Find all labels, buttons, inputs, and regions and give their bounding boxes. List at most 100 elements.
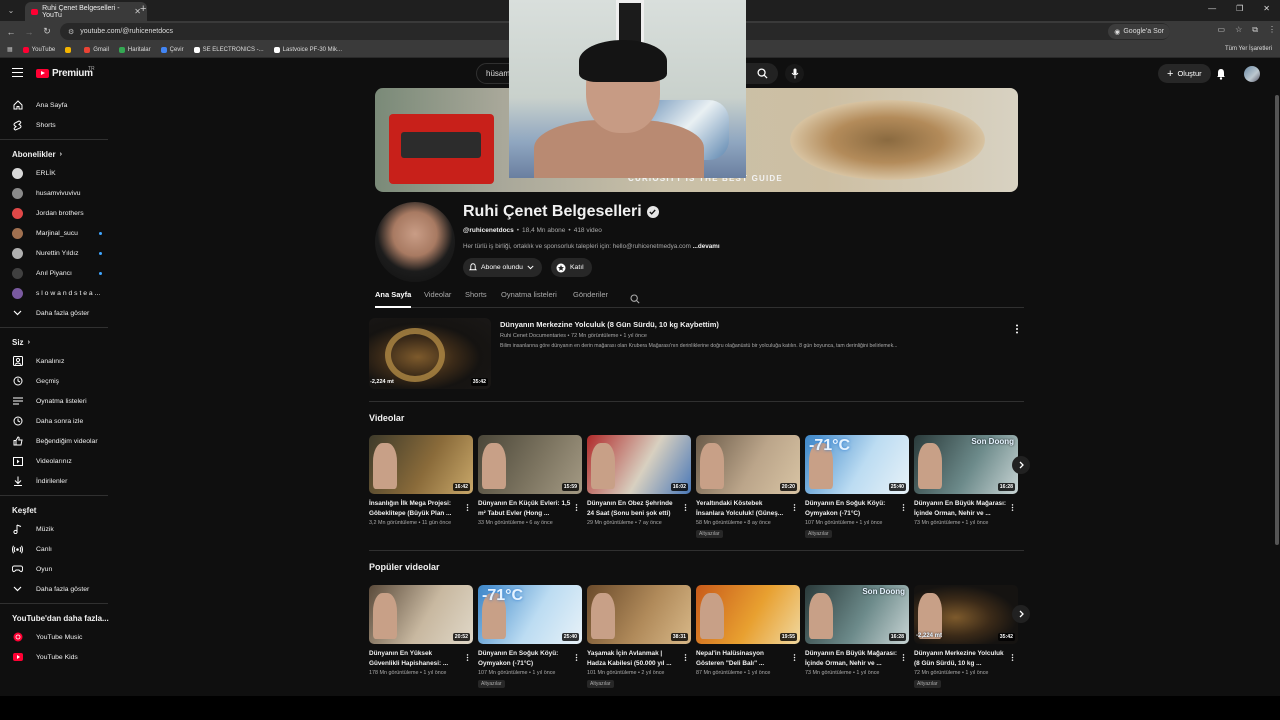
video-thumbnail[interactable]: Son Doong 16:28 [914,435,1018,494]
all-bookmarks-button[interactable]: Tüm Yer İşaretleri [1225,46,1272,52]
videos-shelf-title[interactable]: Videolar [369,413,404,423]
video-card[interactable]: -71°C 25:40 Dünyanın En Soğuk Köyü: Oymyak… [478,585,582,688]
sidebar-item-home[interactable]: Ana Sayfa [0,95,116,115]
close-window-icon[interactable]: ✕ [1263,4,1270,13]
video-title[interactable]: İnsanlığın İlk Mega Projesi: Göbeklitepe… [369,499,463,518]
browser-tab[interactable]: Ruhi Çenet Belgeselleri - YouTu ✕ [25,2,147,21]
video-card[interactable]: 20:52 Dünyanın En Yüksek Güvenlikli Hapis… [369,585,473,676]
video-card[interactable]: 15:59 Dünyanın En Küçük Evleri: 1,5 m² Ta… [478,435,582,526]
description-more-link[interactable]: ...devamı [693,243,720,250]
video-title[interactable]: Dünyanın En Soğuk Köyü: Oymyakon (-71°C) [478,649,572,668]
sidebar-item-your-channel[interactable]: Kanalınız [0,351,116,371]
tab-videos[interactable]: Videolar [424,290,451,299]
extensions-icon[interactable]: ⧉ [1252,25,1258,35]
guide-menu-icon[interactable] [12,68,23,77]
create-button[interactable]: + Oluştur [1158,64,1211,83]
channel-description[interactable]: Her türlü iş birliği, ortaklık ve sponso… [463,243,720,250]
sidebar-item-shorts[interactable]: Shorts [0,115,116,135]
youtube-premium-logo[interactable]: Premium TR [36,66,95,79]
sidebar-item-gaming[interactable]: Oyun [0,559,116,579]
sidebar-item-subscription[interactable]: husamvivuvivu [0,183,116,203]
video-card[interactable]: 19:55 Nepal'in Halüsinasyon Gösteren "Del… [696,585,800,676]
sidebar-item-your-videos[interactable]: Videolarınız [0,451,116,471]
scrollbar-thumb[interactable] [1275,95,1279,545]
video-title[interactable]: Yeraltındaki Köstebek İnsanlara Yolculuk… [696,499,790,518]
popular-shelf-title[interactable]: Popüler videolar [369,562,440,572]
sidebar-item-downloads[interactable]: İndirilenler [0,471,116,491]
more-actions-icon[interactable] [575,649,578,667]
user-avatar[interactable] [1244,66,1260,82]
menu-icon[interactable]: ⋮ [1268,25,1276,35]
tab-home[interactable]: Ana Sayfa [375,290,411,299]
apps-icon[interactable]: ▦ [7,46,13,53]
featured-video-title[interactable]: Dünyanın Merkezine Yolculuk (8 Gün Sürdü… [500,320,719,329]
video-card[interactable]: 20:20 Yeraltındaki Köstebek İnsanlara Yol… [696,435,800,538]
more-actions-icon[interactable] [466,499,469,517]
you-heading[interactable]: Siz › [0,328,116,351]
video-title[interactable]: Dünyanın En Büyük Mağarası: İçinde Orman… [805,649,899,668]
sidebar-item-youtube-music[interactable]: YouTube Music [0,627,116,647]
bookmark-star-icon[interactable]: ☆ [1235,25,1242,35]
video-title[interactable]: Dünyanın En Soğuk Köyü: Oymyakon (-71°C) [805,499,899,518]
bookmark-gmail[interactable]: Gmail [84,46,109,53]
sidebar-item-subscription[interactable]: s l o w a n d s t e a ... [0,283,116,303]
minimize-icon[interactable]: — [1208,4,1216,13]
bookmark-translate[interactable]: Çevir [160,46,184,53]
video-title[interactable]: Dünyanın En Küçük Evleri: 1,5 m² Tabut E… [478,499,572,518]
bookmark-youtube[interactable]: YouTube [22,46,55,53]
video-title[interactable]: Dünyanın Merkezine Yolculuk (8 Gün Sürdü… [914,649,1008,668]
video-thumbnail[interactable]: 20:20 [696,435,800,494]
back-icon[interactable]: ← [4,25,18,39]
video-title[interactable]: Nepal'in Halüsinasyon Gösteren "Deli Bal… [696,649,790,668]
sidebar-item-live[interactable]: Canlı [0,539,116,559]
tab-shorts[interactable]: Shorts [465,290,487,299]
video-card[interactable]: Son Doong 16:28 Dünyanın En Büyük Mağarası… [805,585,909,676]
more-actions-icon[interactable] [684,649,687,667]
shelf-next-button[interactable] [1012,456,1030,474]
cast-icon[interactable]: ▭ [1218,25,1226,35]
join-button[interactable]: Katıl [551,258,592,277]
google-lens-button[interactable]: ◉ Google'a Sor [1108,24,1170,39]
video-thumbnail[interactable]: 20:52 [369,585,473,644]
video-thumbnail[interactable]: -2,224 mt 35:42 [914,585,1018,644]
sidebar-item-subscription[interactable]: ERLİK [0,163,116,183]
sidebar-item-subscription[interactable]: Marjinal_sucu [0,223,116,243]
video-thumbnail[interactable]: Son Doong 16:28 [805,585,909,644]
forward-icon[interactable]: → [22,25,36,39]
video-card[interactable]: 16:02 Dünyanın En Obez Şehrinde 24 Saat (… [587,435,691,526]
more-actions-icon[interactable] [1011,649,1014,667]
video-title[interactable]: Dünyanın En Büyük Mağarası: İçinde Orman… [914,499,1008,518]
video-title[interactable]: Yaşamak İçin Avlanmak | Hadza Kabilesi (… [587,649,681,668]
show-more-subscriptions[interactable]: Daha fazla göster [0,303,116,323]
video-thumbnail[interactable]: 16:02 [587,435,691,494]
sidebar-item-liked-videos[interactable]: Beğendiğim videolar [0,431,116,451]
subscribed-button[interactable]: Abone olundu [463,258,542,277]
sidebar-item-subscription[interactable]: Jordan brothers [0,203,116,223]
video-thumbnail[interactable]: 19:55 [696,585,800,644]
more-actions-icon[interactable] [466,649,469,667]
bookmark-unnamed[interactable] [65,46,74,53]
video-card[interactable]: -2,224 mt 35:42 Dünyanın Merkezine Yolculu… [914,585,1018,688]
tab-posts[interactable]: Gönderiler [573,290,608,299]
more-actions-icon[interactable] [793,649,796,667]
reload-icon[interactable]: ↻ [40,25,54,39]
video-card[interactable]: Son Doong 16:28 Dünyanın En Büyük Mağarası… [914,435,1018,526]
tab-list-button[interactable]: ⌄ [3,4,19,18]
video-card[interactable]: -71°C 25:40 Dünyanın En Soğuk Köyü: Oymyak… [805,435,909,538]
sidebar-item-subscription[interactable]: Anıl Piyancı [0,263,116,283]
more-actions-icon[interactable] [902,499,905,517]
more-actions-icon[interactable] [684,499,687,517]
sidebar-item-youtube-kids[interactable]: YouTube Kids [0,647,116,667]
more-actions-icon[interactable] [575,499,578,517]
video-card[interactable]: 16:42 İnsanlığın İlk Mega Projesi: Göbekl… [369,435,473,526]
video-thumbnail[interactable]: -71°C 25:40 [805,435,909,494]
bookmark-se-electronics[interactable]: SE ELECTRONICS -... [193,46,264,53]
video-title[interactable]: Dünyanın En Yüksek Güvenlikli Hapishanes… [369,649,463,668]
sidebar-item-history[interactable]: Geçmiş [0,371,116,391]
bookmark-maps[interactable]: Haritalar [118,46,151,53]
subscriptions-heading[interactable]: Abonelikler › [0,140,116,163]
video-card[interactable]: 38:31 Yaşamak İçin Avlanmak | Hadza Kabil… [587,585,691,688]
more-actions-icon[interactable] [793,499,796,517]
video-title[interactable]: Dünyanın En Obez Şehrinde 24 Saat (Sonu … [587,499,681,518]
site-info-icon[interactable]: ⚙ [68,28,74,36]
